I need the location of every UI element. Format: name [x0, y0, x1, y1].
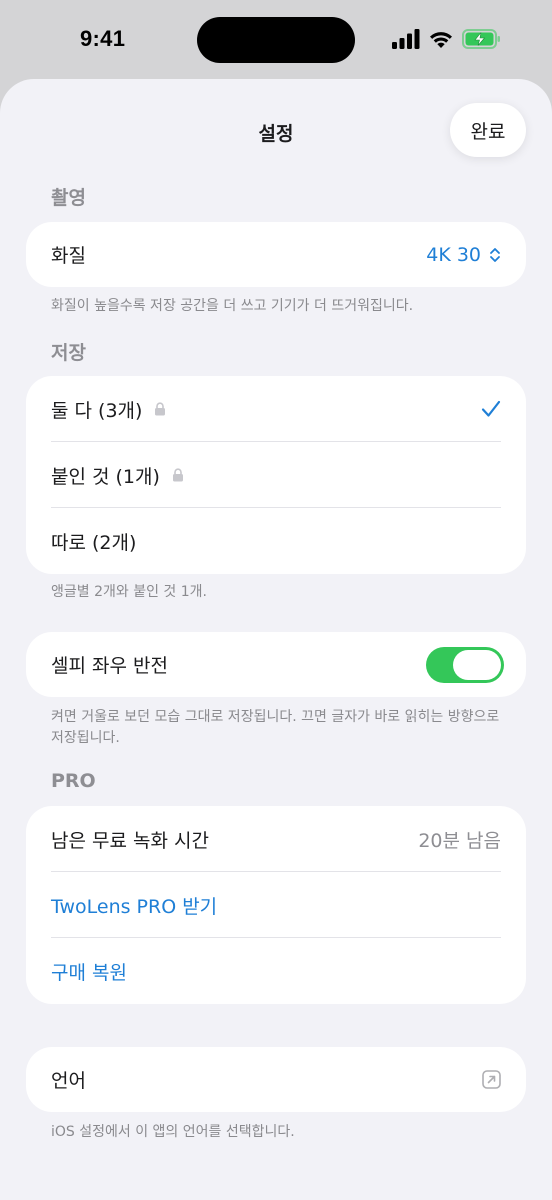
get-pro-label: TwoLens PRO 받기 — [51, 895, 218, 918]
signal-icon — [392, 29, 420, 53]
section-header-pro: PRO — [51, 770, 96, 792]
free-time-label: 남은 무료 녹화 시간 — [51, 829, 209, 852]
restore-label: 구매 복원 — [51, 961, 127, 984]
storage-option-joined[interactable]: 붙인 것 (1개) — [26, 442, 526, 508]
checkmark-icon — [481, 400, 501, 418]
quality-picker[interactable]: 4K 30 — [426, 244, 501, 266]
free-time-row: 남은 무료 녹화 시간 20분 남음 — [26, 806, 526, 872]
lock-icon — [154, 402, 166, 416]
storage-option-separate[interactable]: 따로 (2개) — [26, 508, 526, 574]
external-link-icon — [482, 1070, 501, 1089]
status-icons — [392, 28, 502, 54]
get-pro-button[interactable]: TwoLens PRO 받기 — [26, 872, 526, 938]
toggle-knob — [453, 649, 501, 680]
capture-footer: 화질이 높을수록 저장 공간을 더 쓰고 기기가 더 뜨거워집니다. — [51, 298, 414, 314]
selfie-mirror-toggle[interactable] — [426, 646, 504, 683]
done-button[interactable]: 완료 — [450, 103, 526, 157]
selfie-footer: 켜면 거울로 보던 모습 그대로 저장됩니다. 끄면 글자가 바로 읽히는 방향… — [51, 709, 500, 746]
section-header-capture: 촬영 — [51, 187, 86, 209]
status-time: 9:41 — [80, 26, 126, 51]
language-footer: iOS 설정에서 이 앱의 언어를 선택합니다. — [51, 1124, 295, 1140]
storage-option-label: 붙인 것 (1개) — [51, 465, 160, 488]
language-label: 언어 — [51, 1070, 86, 1092]
section-header-storage: 저장 — [51, 342, 86, 364]
storage-option-label: 둘 다 (3개) — [51, 399, 143, 422]
pro-card: 남은 무료 녹화 시간 20분 남음 TwoLens PRO 받기 구매 복원 — [26, 806, 526, 1004]
language-row[interactable]: 언어 — [26, 1047, 526, 1112]
dynamic-island — [197, 17, 355, 63]
wifi-icon — [428, 29, 454, 53]
status-bar: 9:41 — [0, 0, 552, 80]
storage-option-both[interactable]: 둘 다 (3개) — [26, 376, 526, 442]
quality-row[interactable]: 화질 4K 30 — [26, 222, 526, 287]
quality-value: 4K 30 — [426, 243, 481, 266]
selfie-card: 셀피 좌우 반전 — [26, 632, 526, 697]
storage-option-label: 따로 (2개) — [51, 531, 137, 554]
capture-card: 화질 4K 30 — [26, 222, 526, 287]
language-card: 언어 — [26, 1047, 526, 1112]
chevron-updown-icon — [489, 246, 501, 264]
selfie-mirror-label: 셀피 좌우 반전 — [51, 655, 168, 677]
storage-card: 둘 다 (3개) 붙인 것 (1개) 따로 (2개) — [26, 376, 526, 574]
free-time-value: 20분 남음 — [418, 829, 501, 852]
restore-purchase-button[interactable]: 구매 복원 — [26, 938, 526, 1004]
storage-footer: 앵글별 2개와 붙인 것 1개. — [51, 584, 207, 600]
settings-sheet: 설정 완료 촬영 화질 4K 30 화질이 높을수록 저장 공간을 더 쓰고 기… — [0, 79, 552, 1200]
quality-label: 화질 — [51, 245, 86, 267]
battery-charging-icon — [462, 28, 502, 54]
lock-icon — [172, 468, 184, 482]
selfie-mirror-row: 셀피 좌우 반전 — [26, 632, 526, 697]
